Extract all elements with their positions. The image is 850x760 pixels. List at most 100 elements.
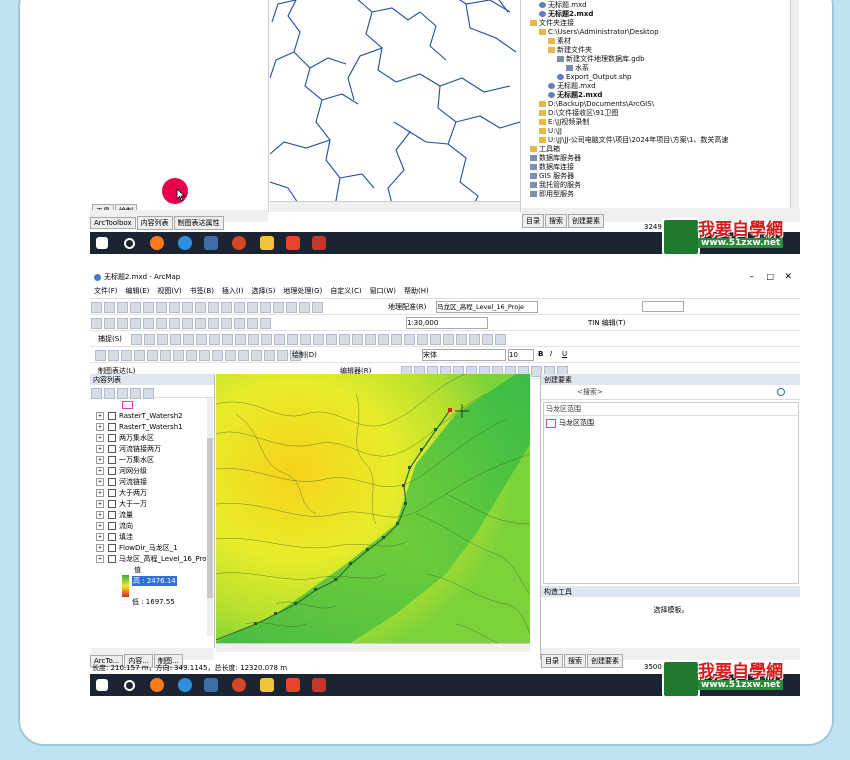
expand-icon[interactable]: + [96, 533, 104, 541]
georef-menu[interactable]: 地理配准(R) [388, 302, 426, 312]
font-size-select[interactable]: 10 [508, 349, 534, 361]
file-explorer-icon[interactable] [260, 678, 274, 692]
scale-select[interactable]: 1:30,000 [406, 317, 488, 329]
expand-icon[interactable]: + [96, 522, 104, 530]
arcgis-icon[interactable] [204, 236, 218, 250]
search-input[interactable]: <搜索> [577, 387, 767, 396]
map-hscroll[interactable] [216, 643, 530, 652]
maximize-icon[interactable]: □ [766, 270, 774, 284]
tab-catalog[interactable]: 目录 [541, 654, 563, 668]
catalog-item[interactable]: 数据库服务器 [526, 154, 788, 163]
browser-icon[interactable] [178, 678, 192, 692]
catalog-item[interactable]: 无标题2.mxd [526, 91, 788, 100]
catalog-item[interactable]: 无标题.mxd [526, 82, 788, 91]
expand-icon[interactable]: + [96, 423, 104, 431]
menu-item[interactable]: 文件(F) [94, 287, 118, 295]
zoom-input[interactable] [642, 301, 684, 312]
file-explorer-icon[interactable] [260, 236, 274, 250]
catalog-item[interactable]: 水系 [526, 64, 788, 73]
layer-checkbox[interactable] [108, 412, 116, 420]
toc-layer[interactable]: + 马龙区_高程_Level_16_Pro [90, 554, 214, 565]
layer-checkbox[interactable] [108, 467, 116, 475]
catalog-scrollbar[interactable] [790, 0, 799, 208]
expand-icon[interactable]: + [96, 500, 104, 508]
toc-layer[interactable]: + 大于一万 [90, 499, 214, 510]
toc-layer[interactable]: + 流量 [90, 510, 214, 521]
template-item[interactable]: 马龙区范围 [544, 416, 798, 430]
tab-arctoolbox[interactable]: ArcToolbox [90, 217, 136, 229]
catalog-item[interactable]: 新建文件地理数据库.gdb [526, 55, 788, 64]
powerpoint-icon[interactable] [232, 678, 246, 692]
draw-menu[interactable]: 绘制(D) [292, 350, 317, 360]
bold-button[interactable]: B [538, 350, 543, 358]
windows-start-icon[interactable] [96, 237, 108, 249]
layer-checkbox[interactable] [108, 533, 116, 541]
layer-checkbox[interactable] [108, 511, 116, 519]
catalog-item[interactable]: U:\JJ [526, 127, 788, 136]
layer-checkbox[interactable] [108, 500, 116, 508]
toc-layer[interactable]: + RasterT_Watersh2 [90, 411, 214, 422]
menu-item[interactable]: 帮助(H) [404, 287, 429, 295]
menu-item[interactable]: 视图(V) [157, 287, 181, 295]
arcgis-icon[interactable] [204, 678, 218, 692]
catalog-item[interactable]: 无标题2.mxd [526, 10, 788, 19]
menu-item[interactable]: 自定义(C) [330, 287, 361, 295]
toc-layer[interactable]: + 河网分级 [90, 466, 214, 477]
toc-layer[interactable]: + 流向 [90, 521, 214, 532]
layer-select[interactable]: 马龙区_高程_Level_16_Proje [436, 301, 538, 313]
tab-search[interactable]: 搜索 [545, 214, 567, 228]
tin-editor-label[interactable]: TIN 编辑(T) [588, 318, 626, 328]
catalog-item[interactable]: 工具箱 [526, 145, 788, 154]
app-red-icon[interactable] [286, 678, 300, 692]
firefox-icon[interactable] [150, 678, 164, 692]
menu-item[interactable]: 编辑(E) [126, 287, 150, 295]
menu-item[interactable]: 窗口(W) [370, 287, 396, 295]
layer-checkbox[interactable] [108, 434, 116, 442]
catalog-item[interactable]: D:\文件接收区\91卫图 [526, 109, 788, 118]
catalog-item[interactable]: 新建文件夹 [526, 46, 788, 55]
catalog-item[interactable]: 素材 [526, 37, 788, 46]
catalog-item[interactable]: 无标题.mxd [526, 1, 788, 10]
app-slides-icon[interactable] [312, 236, 326, 250]
catalog-item[interactable]: D:\Backup\Documents\ArcGIS\ [526, 100, 788, 109]
tab-create-features[interactable]: 创建要素 [587, 654, 623, 668]
expand-icon[interactable]: + [96, 456, 104, 464]
tab-repr-props[interactable]: 制图表达属性 [173, 216, 224, 230]
close-icon[interactable]: ✕ [784, 270, 792, 284]
toc-scrollbar[interactable] [207, 398, 213, 636]
layer-checkbox[interactable] [108, 445, 116, 453]
windows-start-icon[interactable] [96, 679, 108, 691]
app-slides-icon[interactable] [312, 678, 326, 692]
catalog-item[interactable]: 数据库连接 [526, 163, 788, 172]
toc-layer[interactable]: + 一万集水区 [90, 455, 214, 466]
toc-layer[interactable]: + FlowDir_马龙区_1 [90, 543, 214, 554]
menu-item[interactable]: 书签(B) [190, 287, 214, 295]
menu-item[interactable]: 选择(S) [251, 287, 275, 295]
tab-search[interactable]: 搜索 [564, 654, 586, 668]
underline-button[interactable]: U [562, 350, 567, 358]
catalog-item[interactable]: Export_Output.shp [526, 73, 788, 82]
layer-checkbox[interactable] [108, 423, 116, 431]
app-red-icon[interactable] [286, 236, 300, 250]
search-icon[interactable] [777, 388, 785, 396]
expand-icon[interactable]: + [96, 412, 104, 420]
tab-toc[interactable]: 内容列表 [136, 216, 173, 230]
powerpoint-icon[interactable] [232, 236, 246, 250]
catalog-item[interactable]: 文件夹连接 [526, 19, 788, 28]
expand-icon[interactable]: + [96, 467, 104, 475]
menu-item[interactable]: 地理处理(G) [283, 287, 322, 295]
firefox-icon[interactable] [150, 236, 164, 250]
toc-layer[interactable]: + 两万集水区 [90, 433, 214, 444]
map-canvas[interactable] [216, 374, 530, 652]
tab-create-features[interactable]: 创建要素 [568, 214, 604, 228]
search-icon[interactable] [124, 680, 135, 691]
catalog-item[interactable]: GIS 服务器 [526, 172, 788, 181]
minimize-icon[interactable]: – [750, 270, 755, 284]
expand-icon[interactable]: + [96, 489, 104, 497]
font-select[interactable]: 宋体 [422, 349, 506, 361]
catalog-item[interactable]: 我托管的服务 [526, 181, 788, 190]
catalog-item[interactable]: 即用型服务 [526, 190, 788, 199]
expand-icon[interactable]: + [96, 445, 104, 453]
layer-checkbox[interactable] [108, 456, 116, 464]
toc-layer[interactable]: + 河流链接两万 [90, 444, 214, 455]
